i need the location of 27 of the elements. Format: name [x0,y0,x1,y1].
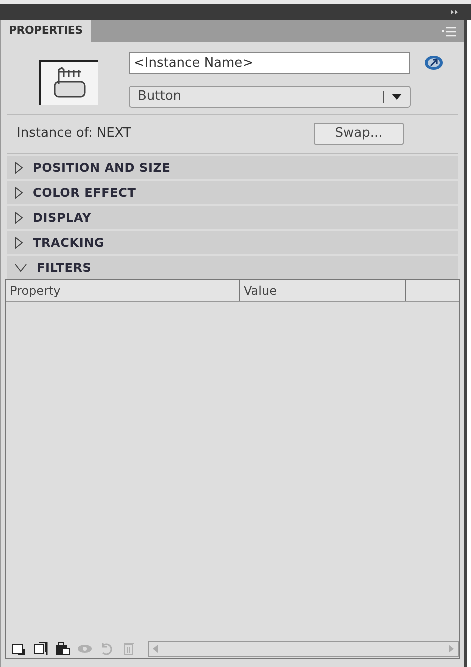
section-header[interactable]: TRACKING [7,231,458,254]
collapsed-arrow-icon [15,186,23,198]
scroll-left-icon[interactable] [153,645,158,653]
symbol-type-dropdown[interactable]: Button [129,86,411,108]
collapsed-arrow-icon [15,236,23,248]
swap-button[interactable]: Swap... [314,123,404,145]
section-header[interactable]: FILTERS [7,256,458,279]
horizontal-scrollbar[interactable] [148,641,459,657]
collapsed-arrow-icon [15,162,23,174]
instance-of-value: NEXT [96,125,132,144]
caret-icon [392,94,402,100]
instance-name-field[interactable]: <Instance Name> [129,52,410,74]
section-header[interactable]: DISPLAY [7,206,458,229]
column-header[interactable]: Value [240,280,406,301]
button-symbol-icon [39,60,99,106]
clipboard-icon[interactable] [54,640,72,658]
properties-tab[interactable]: PROPERTIES [1,20,91,42]
section-header[interactable]: POSITION AND SIZE [7,156,458,179]
section-header[interactable]: COLOR EFFECT [7,181,458,204]
collapsed-arrow-icon [15,212,23,224]
collapse-icon[interactable] [451,10,459,14]
link-icon[interactable] [424,55,444,71]
scroll-right-icon[interactable] [449,645,454,653]
instance-of-label: Instance of: [17,125,93,144]
pages-icon[interactable] [32,640,50,658]
column-header[interactable]: Property [6,280,240,301]
menu-icon[interactable] [442,27,456,37]
